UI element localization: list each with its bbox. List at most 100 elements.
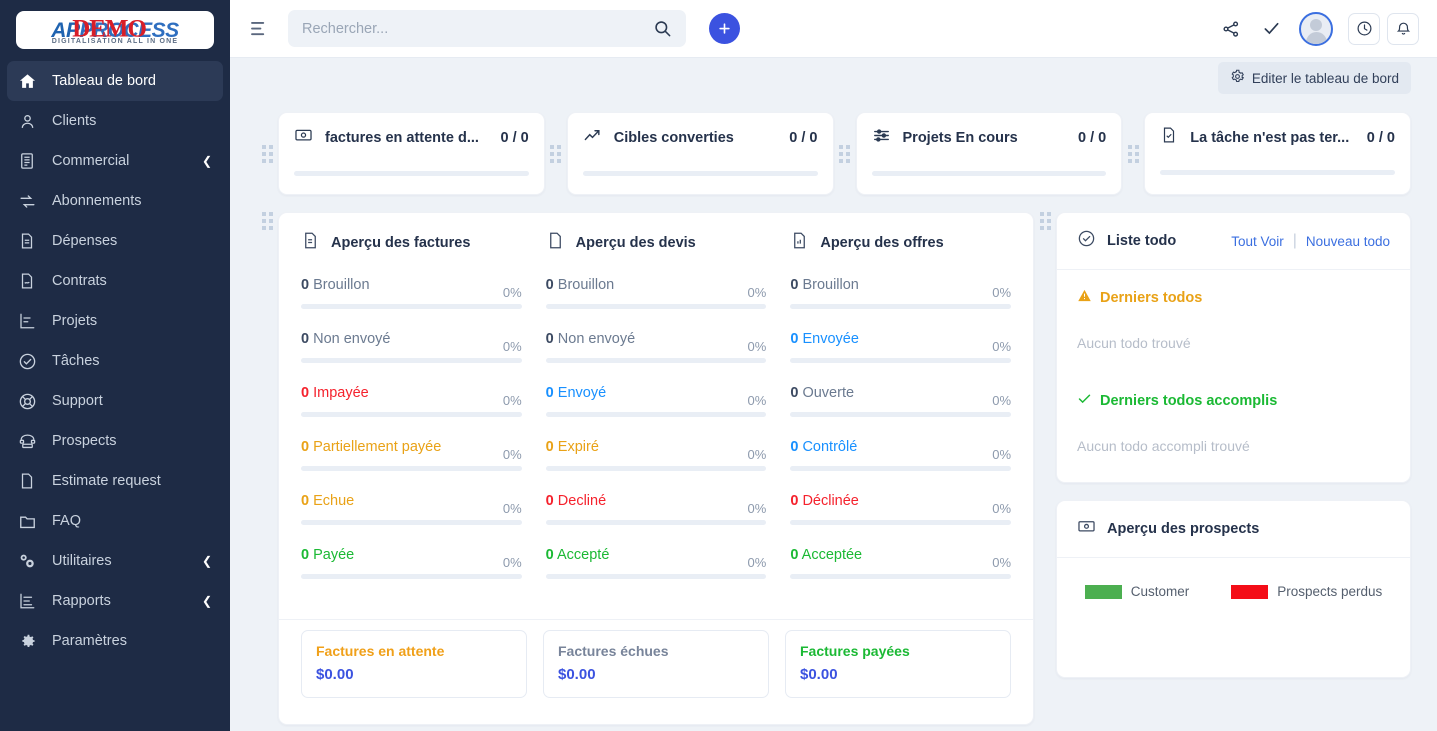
- drag-handle[interactable]: [1122, 144, 1144, 163]
- chevron-left-icon[interactable]: ❮: [202, 155, 212, 167]
- overview-row: 0 Echue 0%: [301, 493, 522, 525]
- sidebar-label: Paramètres: [52, 633, 127, 649]
- sidebar-item-projets[interactable]: Projets: [7, 301, 223, 341]
- overview-row-bar: [301, 520, 522, 525]
- overview-row-label: 0 Acceptée: [790, 547, 863, 563]
- phone-icon: [16, 430, 38, 452]
- overview-row: 0 Envoyé 0%: [545, 385, 767, 417]
- chevron-left-icon[interactable]: ❮: [202, 555, 212, 567]
- amount-value: $0.00: [316, 666, 354, 683]
- overview-row: 0 Impayée 0%: [301, 385, 522, 417]
- sidebar-item-faq[interactable]: FAQ: [7, 501, 223, 541]
- amount-label: Factures payées: [800, 643, 910, 659]
- sidebar-label: Clients: [52, 113, 97, 129]
- overview-row-bar: [301, 574, 522, 579]
- todo-title: Liste todo: [1107, 233, 1177, 249]
- sidebar-item-parametres[interactable]: Paramètres: [7, 621, 223, 661]
- sidebar-toggle-icon[interactable]: [244, 14, 274, 44]
- amount-card-factures-echues[interactable]: Factures échues $0.00: [543, 630, 769, 698]
- todo-view-all-link[interactable]: Tout Voir: [1231, 234, 1284, 249]
- amount-card-factures-payees[interactable]: Factures payées $0.00: [785, 630, 1011, 698]
- sidebar-item-taches[interactable]: Tâches: [7, 341, 223, 381]
- prospects-header: Aperçu des prospects: [1057, 501, 1410, 558]
- sidebar-item-depenses[interactable]: Dépenses: [7, 221, 223, 261]
- topbar: [230, 0, 1437, 58]
- right-column: Liste todo Tout Voir | Nouveau todo Dern…: [1034, 212, 1411, 678]
- sidebar-label: Estimate request: [52, 473, 161, 489]
- overview-row-bar: [545, 520, 767, 525]
- sidebar-item-support[interactable]: Support: [7, 381, 223, 421]
- stat-progress-bar: [294, 171, 529, 176]
- sidebar-item-tableau-de-bord[interactable]: Tableau de bord: [7, 61, 223, 101]
- share-icon[interactable]: [1211, 11, 1251, 47]
- sidebar-label: Utilitaires: [52, 553, 112, 569]
- overview-panel: Aperçu des factures 0 Brouillon 0% 0 Non …: [278, 212, 1034, 725]
- edit-dashboard-button[interactable]: Editer le tableau de bord: [1217, 62, 1411, 94]
- drag-handle[interactable]: [545, 144, 567, 163]
- stat-card-wrap: factures en attente d... 0 / 0: [256, 112, 545, 195]
- sidebar-item-utilitaires[interactable]: Utilitaires ❮: [7, 541, 223, 581]
- overview-row-pct: 0%: [502, 393, 522, 408]
- overview-columns: Aperçu des factures 0 Brouillon 0% 0 Non …: [279, 213, 1033, 615]
- drag-handle[interactable]: [834, 144, 856, 163]
- todo-separator: |: [1292, 232, 1297, 249]
- stat-card-tache-non-terminee[interactable]: La tâche n'est pas ter... 0 / 0: [1144, 112, 1411, 195]
- search-box[interactable]: [288, 10, 686, 47]
- sidebar-label: Rapports: [52, 593, 111, 609]
- chevron-left-icon[interactable]: ❮: [202, 595, 212, 607]
- check-icon[interactable]: [1251, 11, 1291, 47]
- add-button[interactable]: [709, 13, 740, 44]
- amount-cards-row: Factures en attente $0.00 Factures échue…: [279, 619, 1033, 724]
- gears-icon: [16, 550, 38, 572]
- search-input[interactable]: [302, 20, 653, 37]
- legend-label-customer: Customer: [1130, 584, 1190, 599]
- sidebar-item-estimate-request[interactable]: Estimate request: [7, 461, 223, 501]
- overview-row: 0 Ouverte 0%: [790, 385, 1012, 417]
- report-icon: [16, 590, 38, 612]
- sidebar-item-abonnements[interactable]: Abonnements: [7, 181, 223, 221]
- overview-row: 0 Expiré 0%: [545, 439, 767, 471]
- overview-row-pct: 0%: [992, 339, 1012, 354]
- overview-row-pct: 0%: [747, 447, 767, 462]
- trending-up-icon: [583, 126, 602, 150]
- sidebar-item-commercial[interactable]: Commercial ❮: [7, 141, 223, 181]
- amount-card-factures-en-attente[interactable]: Factures en attente $0.00: [301, 630, 527, 698]
- todo-new-link[interactable]: Nouveau todo: [1306, 234, 1390, 249]
- overview-row: 0 Brouillon 0%: [301, 277, 522, 309]
- overview-section: Aperçu des factures 0 Brouillon 0% 0 Non …: [256, 212, 1034, 725]
- overview-row-pct: 0%: [747, 501, 767, 516]
- drag-handle[interactable]: [256, 144, 278, 163]
- legend-label-prospects-perdus: Prospects perdus: [1277, 584, 1383, 599]
- sidebar-item-rapports[interactable]: Rapports ❮: [7, 581, 223, 621]
- check-badge-icon: [1077, 229, 1096, 253]
- overview-row: 0 Envoyée 0%: [790, 331, 1012, 363]
- overview-column-title: Aperçu des devis: [575, 235, 696, 251]
- sidebar-item-clients[interactable]: Clients: [7, 101, 223, 141]
- search-icon[interactable]: [653, 19, 672, 38]
- overview-row: 0 Decliné 0%: [545, 493, 767, 525]
- gear-icon: [1230, 69, 1245, 87]
- stat-card-cibles-converties[interactable]: Cibles converties 0 / 0: [566, 112, 834, 195]
- drag-handle[interactable]: [256, 212, 278, 230]
- stat-card-projets-en-cours[interactable]: Projets En cours 0 / 0: [855, 112, 1123, 195]
- sidebar-item-prospects[interactable]: Prospects: [7, 421, 223, 461]
- sidebar-label: Support: [52, 393, 103, 409]
- sidebar-label: Abonnements: [52, 193, 142, 209]
- amount-label: Factures en attente: [316, 643, 445, 659]
- stat-card-wrap: Projets En cours 0 / 0: [834, 112, 1123, 195]
- overview-row-label: 0 Contrôlé: [790, 439, 858, 455]
- overview-row-pct: 0%: [502, 501, 522, 516]
- app-logo[interactable]: APPROCESS DIGITALISATION ALL IN ONE DEMO: [16, 11, 214, 49]
- stat-title: Cibles converties: [613, 130, 734, 146]
- sidebar-item-contrats[interactable]: Contrats: [7, 261, 223, 301]
- avatar[interactable]: [1299, 11, 1333, 46]
- stat-card-factures-en-attente[interactable]: factures en attente d... 0 / 0: [278, 112, 545, 195]
- todo-done-title-row: Derniers todos accomplis: [1077, 391, 1390, 410]
- drag-handle[interactable]: [1034, 212, 1056, 230]
- bell-icon[interactable]: [1387, 12, 1419, 45]
- overview-row-pct: 0%: [992, 447, 1012, 462]
- stat-progress-bar: [582, 171, 818, 176]
- overview-row: 0 Contrôlé 0%: [790, 439, 1012, 471]
- clock-icon[interactable]: [1348, 12, 1380, 45]
- overview-row-label: 0 Decliné: [545, 493, 607, 509]
